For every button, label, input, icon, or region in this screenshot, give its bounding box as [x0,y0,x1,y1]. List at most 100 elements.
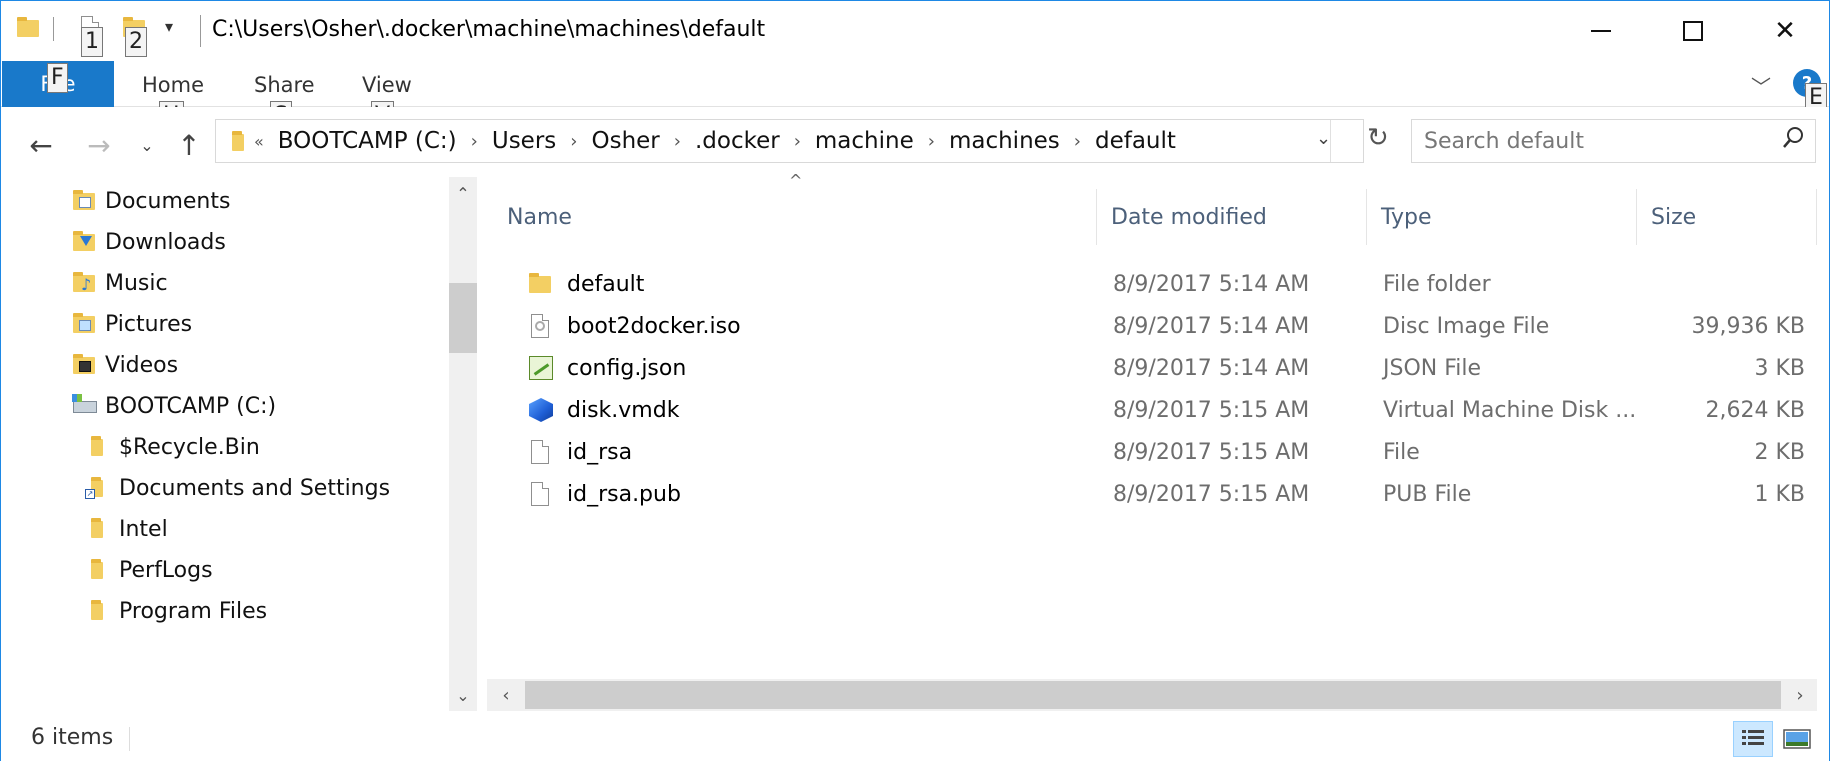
file-size: 39,936 KB [1691,313,1806,339]
back-arrow-icon[interactable]: ← [23,127,59,163]
chevron-right-icon[interactable]: › [794,131,801,152]
scroll-right-chevron-icon[interactable]: › [1785,679,1815,711]
nav-item-intel[interactable]: Intel [85,509,168,549]
tab-view[interactable]: View [362,73,412,97]
nav-item-label: Program Files [119,598,268,624]
navigation-pane: Documents Downloads ♪ Music Pictures Vid… [1,177,477,711]
close-button[interactable]: ✕ [1739,1,1830,61]
breadcrumb-item-machines[interactable]: machines [949,128,1060,154]
forward-arrow-icon[interactable]: → [81,127,117,163]
nav-item-documents[interactable]: Documents [71,181,230,221]
chevron-right-icon[interactable]: › [471,131,478,152]
file-row[interactable]: id_rsa.pub 8/9/2017 5:15 AM PUB File 1 K… [487,473,1817,515]
file-type: File folder [1383,271,1491,297]
nav-pane-scroll-thumb[interactable] [449,283,477,353]
scroll-down-chevron-icon[interactable]: ⌄ [449,681,477,709]
folder-icon [85,557,111,583]
file-list-scroll-thumb[interactable] [525,681,1781,709]
search-icon[interactable] [1782,126,1804,148]
breadcrumb-item-default[interactable]: default [1095,128,1176,154]
tab-home[interactable]: Home [142,73,204,97]
nav-item-videos[interactable]: Videos [71,345,178,385]
folder-app-icon [15,15,41,41]
file-size: 2,624 KB [1705,397,1806,423]
nav-item-bootcamp-drive[interactable]: BOOTCAMP (C:) [71,386,276,426]
nav-item-downloads[interactable]: Downloads [71,222,226,262]
ribbon-tabs: File F Home H Share S View V ﹀ ? E [1,61,1829,131]
refresh-icon[interactable]: ↻ [1367,123,1389,153]
expand-ribbon-chevron-icon[interactable]: ﹀ [1751,71,1771,100]
title-bar: 1 2 ▾ C:\Users\Osher\.docker\machine\mac… [1,1,1829,61]
status-bar: 6 items [1,715,1829,761]
address-bar[interactable]: « BOOTCAMP (C:) › Users › Osher › .docke… [215,119,1364,163]
breadcrumb-overflow-icon[interactable]: « [254,132,264,151]
breadcrumb-item-machine[interactable]: machine [815,128,914,154]
tab-share[interactable]: Share [254,73,315,97]
file-name: id_rsa.pub [567,481,681,507]
column-header-size[interactable]: Size [1639,189,1817,245]
file-type: File [1383,439,1420,465]
column-header-date[interactable]: Date modified [1099,189,1367,245]
nav-item-label: Documents [105,188,231,214]
file-type: Disc Image File [1383,313,1550,339]
vmdk-cube-icon [527,397,553,423]
file-name: default [567,271,645,297]
documents-folder-icon [71,188,97,214]
scroll-up-chevron-icon[interactable]: ⌃ [449,179,477,207]
nav-item-program-files[interactable]: Program Files [85,591,267,631]
breadcrumb-item-docker[interactable]: .docker [695,128,780,154]
folder-icon [85,516,111,542]
nav-item-label: $Recycle.Bin [119,434,260,460]
nav-item-label: BOOTCAMP (C:) [105,393,277,419]
file-size: 2 KB [1754,439,1805,465]
address-divider [1330,120,1331,162]
nav-item-pictures[interactable]: Pictures [71,304,192,344]
breadcrumb-item-osher[interactable]: Osher [591,128,659,154]
chevron-right-icon[interactable]: › [1074,131,1081,152]
chevron-right-icon[interactable]: › [674,131,681,152]
customize-toolbar-chevron-icon[interactable]: ▾ [165,17,173,36]
large-icons-view-button[interactable] [1777,721,1817,757]
folder-icon [85,434,111,460]
file-name: boot2docker.iso [567,313,741,339]
file-row[interactable]: default 8/9/2017 5:14 AM File folder [487,263,1817,305]
up-arrow-icon[interactable]: ↑ [171,127,207,163]
minimize-button[interactable] [1555,1,1647,61]
search-input[interactable] [1424,127,1764,155]
nav-item-label: PerfLogs [119,557,213,583]
title-separator [200,15,201,47]
column-header-type[interactable]: Type [1369,189,1637,245]
file-row[interactable]: disk.vmdk 8/9/2017 5:15 AM Virtual Machi… [487,389,1817,431]
search-box[interactable] [1411,119,1816,163]
column-header-name[interactable]: Name [495,189,1097,245]
nav-item-documents-and-settings[interactable]: ↗ Documents and Settings [85,468,390,508]
chevron-right-icon[interactable]: › [570,131,577,152]
address-history-chevron-icon[interactable]: ⌄ [1316,128,1331,149]
file-name-cell: disk.vmdk [527,389,679,431]
scroll-left-chevron-icon[interactable]: ‹ [491,679,521,711]
nav-item-perflogs[interactable]: PerfLogs [85,550,213,590]
blank-file-icon [527,481,553,507]
file-name-cell: default [527,263,644,305]
nav-item-music[interactable]: ♪ Music [71,263,168,303]
recent-locations-chevron-icon[interactable]: ⌄ [129,127,165,163]
details-view-button[interactable] [1733,721,1773,757]
json-file-icon [527,355,553,381]
breadcrumb-item-bootcamp[interactable]: BOOTCAMP (C:) [278,128,457,154]
nav-pane-scrollbar[interactable]: ⌃ ⌄ [449,177,477,711]
column-header-label: Type [1381,204,1432,230]
file-date: 8/9/2017 5:15 AM [1113,439,1310,465]
maximize-button[interactable] [1647,1,1739,61]
nav-item-label: Intel [119,516,168,542]
file-date: 8/9/2017 5:14 AM [1113,313,1310,339]
column-header-label: Name [507,204,572,230]
breadcrumb-item-users[interactable]: Users [492,128,556,154]
chevron-right-icon[interactable]: › [928,131,935,152]
file-list-horizontal-scrollbar[interactable]: ‹ › [487,679,1817,711]
keytip-qa2: 2 [125,27,147,57]
file-row[interactable]: id_rsa 8/9/2017 5:15 AM File 2 KB [487,431,1817,473]
file-row[interactable]: config.json 8/9/2017 5:14 AM JSON File 3… [487,347,1817,389]
file-row[interactable]: boot2docker.iso 8/9/2017 5:14 AM Disc Im… [487,305,1817,347]
nav-item-recycle-bin[interactable]: $Recycle.Bin [85,427,260,467]
address-row: ← → ⌄ ↑ « BOOTCAMP (C:) › Users › Osher … [1,107,1829,179]
